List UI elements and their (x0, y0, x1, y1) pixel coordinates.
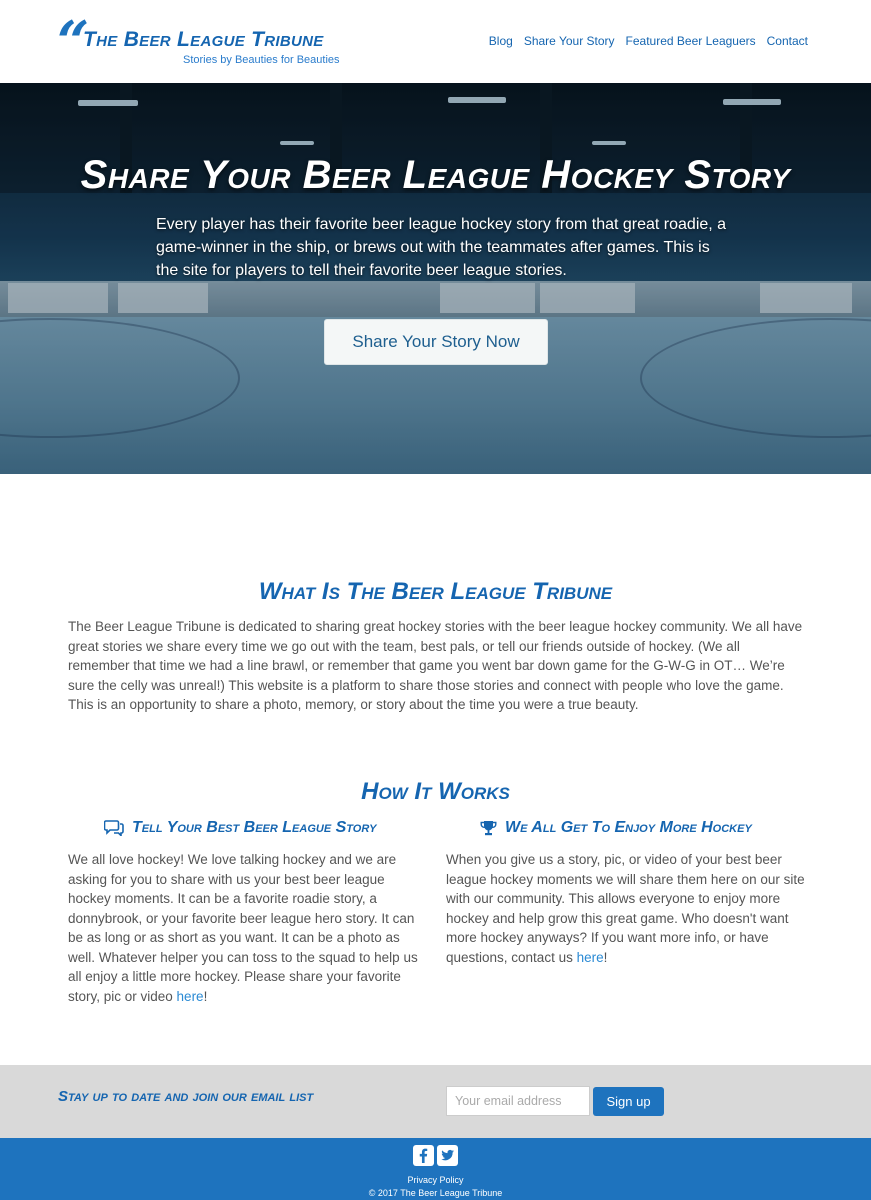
main-nav: Blog Share Your Story Featured Beer Leag… (489, 34, 808, 48)
site-logo[interactable]: “ The Beer League Tribune Stories by Bea… (57, 14, 357, 70)
privacy-policy-link[interactable]: Privacy Policy (0, 1175, 871, 1185)
enjoy-hockey-heading: We All Get To Enjoy More Hockey (480, 819, 752, 837)
sign-up-button[interactable]: Sign up (593, 1087, 664, 1116)
enjoy-hockey-text: When you give us a story, pic, or video … (446, 850, 806, 967)
hero-title: Share Your Beer League Hockey Story (80, 153, 791, 197)
trophy-icon (480, 821, 497, 836)
hero-text: Every player has their favorite beer lea… (156, 216, 727, 279)
logo-title: The Beer League Tribune (83, 28, 324, 51)
newsletter-bar: Stay up to date and join our email list … (0, 1065, 871, 1138)
social-links (413, 1145, 458, 1166)
share-your-story-now-button[interactable]: Share Your Story Now (324, 319, 548, 365)
nav-blog[interactable]: Blog (489, 34, 513, 48)
nav-featured-beer-leaguers[interactable]: Featured Beer Leaguers (626, 34, 756, 48)
nav-share-your-story[interactable]: Share Your Story (524, 34, 615, 48)
tell-story-body: We all love hockey! We love talking hock… (68, 852, 418, 1004)
tell-story-heading: Tell Your Best Beer League Story (104, 819, 376, 837)
tell-story-text: We all love hockey! We love talking hock… (68, 850, 428, 1006)
site-footer: Privacy Policy © 2017 The Beer League Tr… (0, 1138, 871, 1200)
tell-story-after: ! (203, 988, 208, 1004)
site-header: “ The Beer League Tribune Stories by Bea… (0, 0, 871, 83)
newsletter-label: Stay up to date and join our email list (58, 1088, 314, 1105)
contact-here-link[interactable]: here (577, 950, 604, 965)
copyright: © 2017 The Beer League Tribune (368, 1188, 503, 1198)
facebook-icon[interactable] (413, 1145, 434, 1166)
twitter-icon[interactable] (437, 1145, 458, 1166)
share-story-here-link[interactable]: here (177, 989, 204, 1004)
enjoy-hockey-body: When you give us a story, pic, or video … (446, 852, 805, 965)
tell-story-heading-text: Tell Your Best Beer League Story (132, 819, 377, 836)
about-text: The Beer League Tribune is dedicated to … (68, 619, 803, 712)
enjoy-hockey-after: ! (603, 949, 608, 965)
how-it-works-title: How It Works (361, 778, 510, 805)
enjoy-hockey-heading-text: We All Get To Enjoy More Hockey (505, 819, 752, 836)
hero-section: Share Your Beer League Hockey Story Ever… (0, 83, 871, 474)
comments-icon (104, 820, 124, 836)
nav-contact[interactable]: Contact (767, 34, 808, 48)
about-title: What Is The Beer League Tribune (258, 578, 613, 605)
email-field[interactable] (446, 1086, 590, 1116)
logo-quote-mark: “ (57, 9, 89, 75)
logo-tagline: Stories by Beauties for Beauties (183, 54, 340, 66)
